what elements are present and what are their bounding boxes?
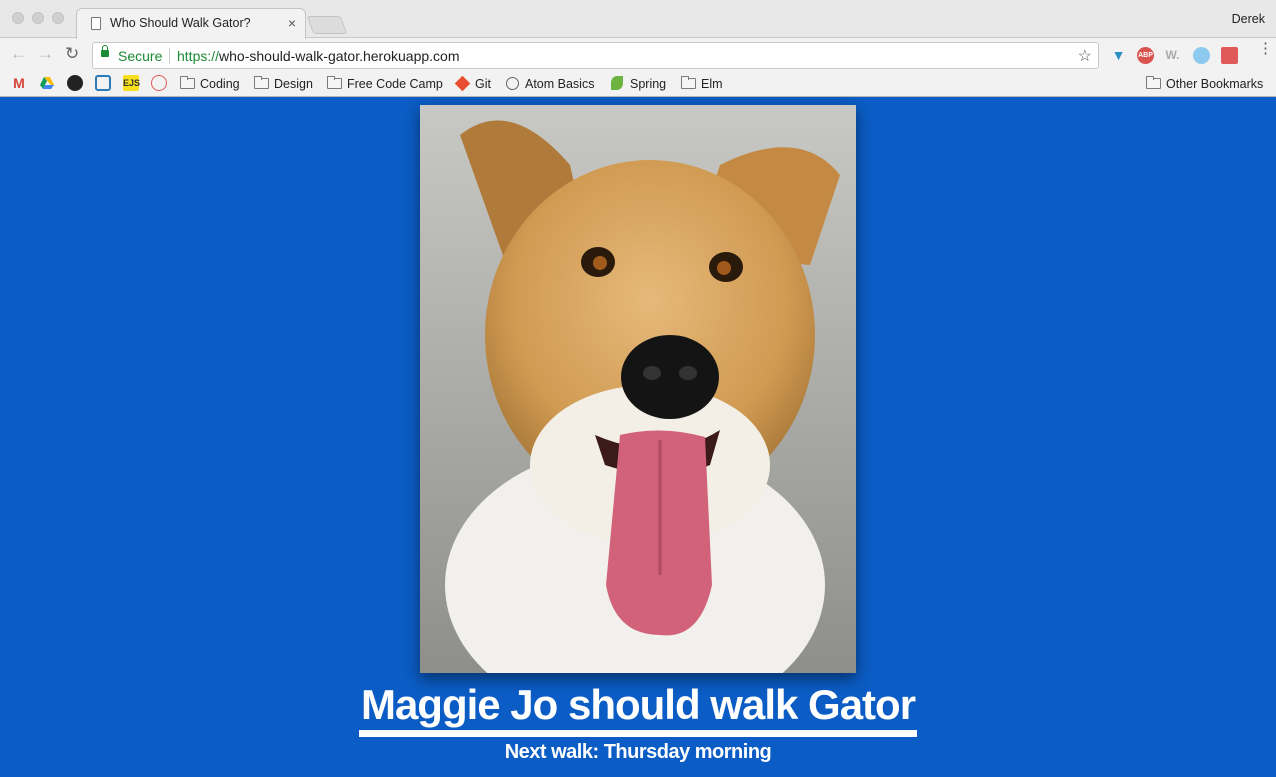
secure-label: Secure (118, 48, 163, 64)
title-bar: Who Should Walk Gator? × Derek (0, 0, 1276, 39)
vue-devtools-icon[interactable]: ▼ (1110, 47, 1127, 64)
bookmark-label: Spring (630, 77, 667, 91)
bookmark-free-code-camp[interactable]: Free Code Camp (327, 75, 443, 93)
headline-text: Maggie Jo should walk Gator (358, 680, 918, 737)
page-content: Maggie Jo should walk Gator Next walk: T… (0, 97, 1276, 777)
minimize-window-button[interactable] (32, 12, 44, 24)
next-walk-text: Next walk: Thursday morning (504, 741, 772, 763)
bookmark-label: Free Code Camp (347, 77, 443, 91)
menu-icon[interactable]: ⋮ (1258, 41, 1273, 56)
lock-icon (101, 45, 109, 57)
new-tab-button[interactable] (306, 16, 348, 34)
close-window-button[interactable] (12, 12, 24, 24)
gmail-icon[interactable]: M (11, 75, 27, 91)
zoom-window-button[interactable] (52, 12, 64, 24)
github-icon[interactable] (67, 75, 83, 91)
browser-chrome: Who Should Walk Gator? × Derek ← → ↻ Sec… (0, 0, 1276, 97)
other-bookmarks[interactable]: Other Bookmarks (1146, 75, 1263, 93)
bookmark-git[interactable]: Git (454, 75, 491, 93)
folder-icon (681, 76, 696, 89)
adblock-plus-icon[interactable]: ABP (1137, 47, 1154, 64)
codepen-icon[interactable] (95, 75, 111, 91)
bookmark-star-icon[interactable]: ☆ (1078, 46, 1092, 66)
spring-leaf-icon (611, 76, 623, 90)
tab-active[interactable]: Who Should Walk Gator? × (76, 8, 306, 39)
git-icon (454, 75, 471, 92)
bookmark-label: Other Bookmarks (1166, 77, 1264, 91)
bookmark-label: Design (274, 77, 313, 91)
profile-name[interactable]: Derek (1232, 12, 1265, 26)
navigation-bar: ← → ↻ Secure https://who-should-walk-gat… (0, 38, 1276, 72)
url-text[interactable]: https://who-should-walk-gator.herokuapp.… (177, 48, 460, 64)
page-icon (91, 17, 101, 30)
atom-icon (506, 77, 519, 90)
bookmark-coding[interactable]: Coding (180, 75, 240, 93)
bookmark-elm[interactable]: Elm (681, 75, 723, 93)
url-protocol: https:// (177, 48, 220, 64)
folder-icon (254, 76, 269, 89)
address-bar[interactable]: Secure https://who-should-walk-gator.her… (92, 42, 1099, 69)
bookmark-label: Coding (200, 77, 240, 91)
extension-icon[interactable] (1221, 47, 1238, 64)
google-drive-icon[interactable] (39, 75, 55, 91)
extension-icon[interactable] (1193, 47, 1210, 64)
url-host: who-should-walk-gator.herokuapp.com (219, 48, 460, 64)
ejs-icon[interactable]: EJS (123, 75, 140, 91)
bookmark-label: Git (475, 77, 491, 91)
back-arrow-icon[interactable]: ← (10, 44, 27, 64)
folder-icon (1146, 76, 1161, 89)
bookmark-label: Elm (701, 77, 723, 91)
bookmark-spring[interactable]: Spring (611, 75, 666, 93)
wappalyzer-icon[interactable]: W. (1164, 47, 1181, 64)
dog-photo (420, 105, 856, 673)
divider (169, 48, 170, 64)
tab-close-icon[interactable]: × (288, 15, 296, 31)
tab-title: Who Should Walk Gator? (110, 16, 251, 30)
forward-arrow-icon[interactable]: → (37, 44, 54, 64)
bookmark-label: Atom Basics (525, 77, 595, 91)
folder-icon (180, 76, 195, 89)
sass-icon[interactable] (151, 75, 167, 91)
bookmark-atom-basics[interactable]: Atom Basics (506, 75, 594, 93)
reload-icon[interactable]: ↻ (65, 44, 79, 64)
bookmarks-bar: M EJS Coding Design Free Code Camp Git A… (0, 72, 1276, 96)
folder-icon (327, 76, 342, 89)
bookmark-design[interactable]: Design (254, 75, 313, 93)
headline: Maggie Jo should walk Gator (0, 680, 1276, 737)
